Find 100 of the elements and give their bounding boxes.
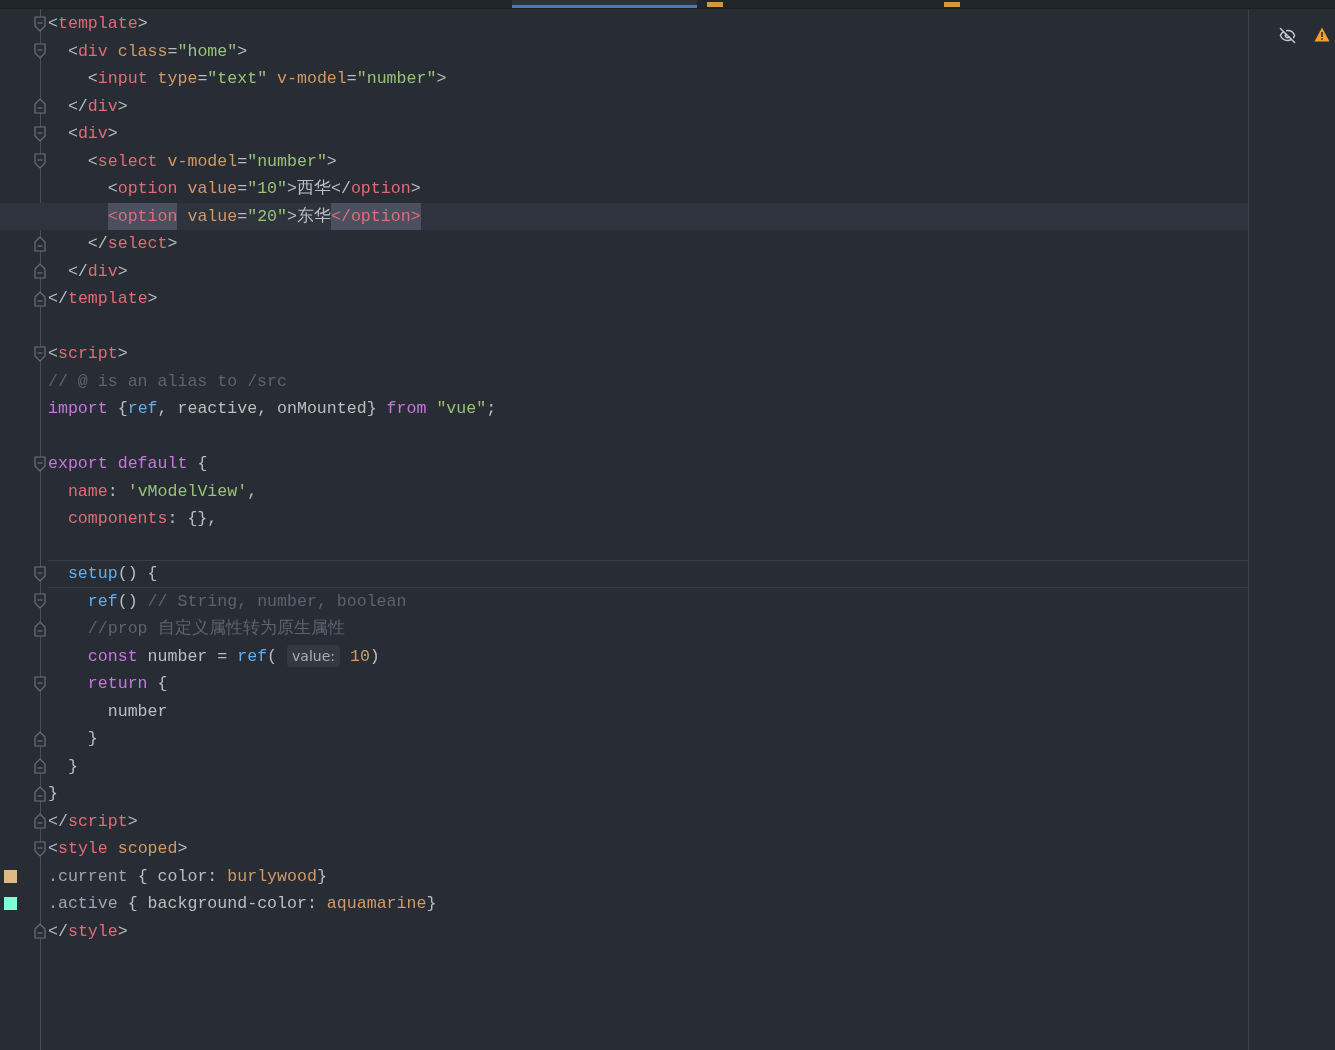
code-token: setup — [66, 563, 118, 585]
code-token: > — [237, 40, 248, 63]
fold-icon[interactable] — [34, 345, 46, 362]
code-token: script — [57, 343, 118, 365]
code-token: > — [137, 13, 148, 35]
code-token: ref — [237, 645, 268, 668]
code-token: ) — [369, 645, 380, 668]
code-token: { color: — [136, 865, 219, 888]
code-token: } — [66, 755, 78, 778]
code-token: > — [167, 233, 178, 255]
fold-icon[interactable] — [34, 153, 46, 170]
code-token: class — [116, 40, 168, 63]
code-token: ref — [127, 398, 158, 420]
code-token: div — [77, 40, 108, 63]
fold-icon[interactable] — [34, 840, 46, 857]
editor-tab[interactable] — [512, 0, 697, 8]
color-swatch[interactable] — [4, 897, 17, 911]
code-token: export default — [48, 453, 188, 475]
code-token: name — [66, 480, 108, 503]
code-token: "home" — [177, 40, 238, 63]
code-token: > — [117, 343, 128, 365]
code-token: div — [77, 123, 108, 145]
code-token: v-model — [276, 68, 347, 90]
fold-icon[interactable] — [34, 15, 46, 32]
code-token: "text" — [207, 68, 268, 90]
code-token: select — [107, 233, 168, 255]
code-token: > — [326, 150, 337, 173]
code-token: number = — [146, 645, 229, 668]
code-token: //prop 自定义属性转为原生属性 — [86, 617, 345, 640]
code-token: value — [186, 205, 238, 228]
unfold-icon[interactable] — [34, 758, 46, 775]
code-token: < — [48, 13, 58, 35]
code-token: > — [107, 123, 118, 145]
code-token: "number" — [356, 68, 437, 90]
unfold-icon[interactable] — [34, 235, 46, 252]
fold-icon[interactable] — [34, 565, 46, 582]
code-token: > — [436, 68, 447, 90]
fold-icon[interactable] — [34, 125, 46, 142]
fold-icon[interactable] — [34, 43, 46, 60]
code-token: 10 — [348, 645, 370, 668]
code-token: "number" — [247, 150, 327, 173]
unfold-icon[interactable] — [34, 785, 46, 802]
code-token: </ — [48, 288, 68, 310]
parameter-hint: value: — [287, 645, 340, 668]
code-token: { — [116, 398, 128, 420]
fold-icon[interactable] — [34, 593, 46, 610]
code-token: </ — [48, 810, 68, 833]
code-token: template — [67, 288, 148, 310]
unfold-icon[interactable] — [34, 620, 46, 637]
code-token: </ — [66, 95, 88, 118]
unfold-icon[interactable] — [34, 263, 46, 280]
code-token: number — [106, 700, 168, 723]
code-token: .active — [48, 893, 118, 915]
code-token: < — [66, 40, 78, 63]
code-token: () { — [117, 563, 158, 585]
unfold-icon[interactable] — [34, 290, 46, 307]
fold-icon[interactable] — [34, 455, 46, 472]
code-token: select — [97, 150, 158, 173]
code-token: : {}, — [167, 508, 218, 530]
code-token: < — [86, 150, 98, 173]
warning-icon[interactable] — [1314, 27, 1330, 42]
code-token: from — [386, 398, 427, 420]
unfold-icon[interactable] — [34, 923, 46, 940]
code-token: </ — [66, 260, 88, 283]
code-token: = — [237, 150, 248, 173]
matched-tag: </option> — [331, 202, 421, 230]
code-token: () — [117, 590, 139, 613]
code-token: 'vModelView' — [127, 480, 248, 503]
code-token: option — [117, 178, 178, 200]
code-token: import — [48, 398, 108, 420]
code-token: , — [247, 480, 258, 503]
code-token: > — [147, 288, 158, 310]
code-token: style — [57, 838, 108, 860]
code-token: style — [67, 920, 118, 943]
code-token: div — [87, 95, 118, 118]
code-token: >西华</ — [287, 178, 351, 200]
code-token: </ — [48, 920, 68, 943]
code-token: = — [237, 205, 248, 228]
matched-tag: <option — [107, 202, 178, 230]
color-swatch[interactable] — [4, 869, 17, 883]
code-token: // @ is an alias to /src — [48, 370, 287, 393]
code-token: "vue" — [435, 398, 487, 420]
code-token: ( — [267, 645, 279, 668]
unfold-icon[interactable] — [34, 813, 46, 830]
code-token: } — [86, 728, 98, 750]
fold-icon[interactable] — [34, 675, 46, 692]
hidden-eye-icon[interactable] — [1279, 27, 1296, 44]
unfold-icon[interactable] — [34, 98, 46, 115]
code-token: option — [350, 178, 411, 200]
code-token: } — [48, 783, 58, 805]
code-token: { — [196, 453, 208, 475]
code-token: v-model — [166, 150, 238, 173]
code-token: > — [127, 810, 138, 833]
code-token: const — [86, 645, 138, 668]
code-token: return — [86, 673, 148, 695]
code-token: ref — [86, 590, 118, 613]
code-token: : — [107, 480, 119, 503]
unfold-icon[interactable] — [34, 730, 46, 747]
code-token: > — [117, 260, 128, 283]
code-token: = — [197, 68, 208, 90]
